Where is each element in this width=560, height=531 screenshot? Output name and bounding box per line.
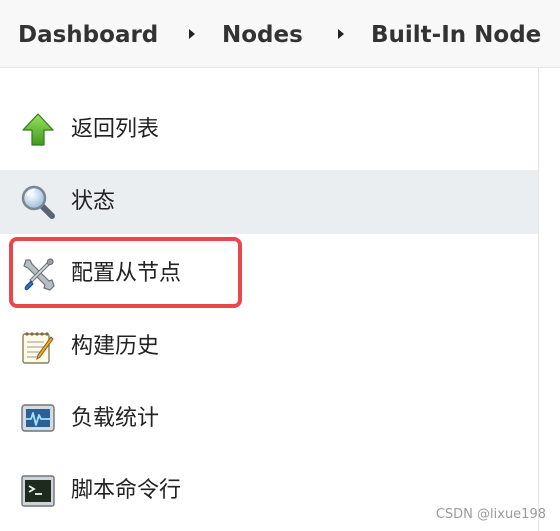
task-label: 构建历史 xyxy=(71,334,160,359)
notepad-pencil-icon xyxy=(22,332,54,364)
breadcrumb-built-in-node[interactable]: Built-In Node xyxy=(371,0,541,67)
task-label: 脚本命令行 xyxy=(71,478,182,503)
breadcrumb-dashboard[interactable]: Dashboard xyxy=(18,0,158,67)
task-label: 状态 xyxy=(71,189,116,214)
task-load-statistics[interactable]: 负载统计 xyxy=(0,387,538,451)
task-label: 负载统计 xyxy=(71,406,160,431)
breadcrumb-separator-icon[interactable] xyxy=(189,29,195,39)
page: Dashboard Nodes Built-In Node 返回列表 状态 配置… xyxy=(0,0,560,531)
breadcrumb-separator-icon[interactable] xyxy=(338,29,344,39)
task-label: 返回列表 xyxy=(71,117,160,142)
task-status[interactable]: 状态 xyxy=(0,170,538,234)
magnifier-icon xyxy=(21,185,55,219)
task-build-history[interactable]: 构建历史 xyxy=(0,315,538,379)
side-panel-border xyxy=(538,67,539,531)
up-arrow-icon xyxy=(22,113,54,146)
breadcrumb-nodes[interactable]: Nodes xyxy=(222,0,303,67)
terminal-icon xyxy=(21,475,55,507)
watermark: CSDN @lixue198 xyxy=(435,507,546,522)
highlight-box xyxy=(9,237,242,308)
monitor-graph-icon xyxy=(21,404,55,432)
task-back-to-list[interactable]: 返回列表 xyxy=(0,98,538,162)
breadcrumb: Dashboard Nodes Built-In Node xyxy=(0,0,560,68)
